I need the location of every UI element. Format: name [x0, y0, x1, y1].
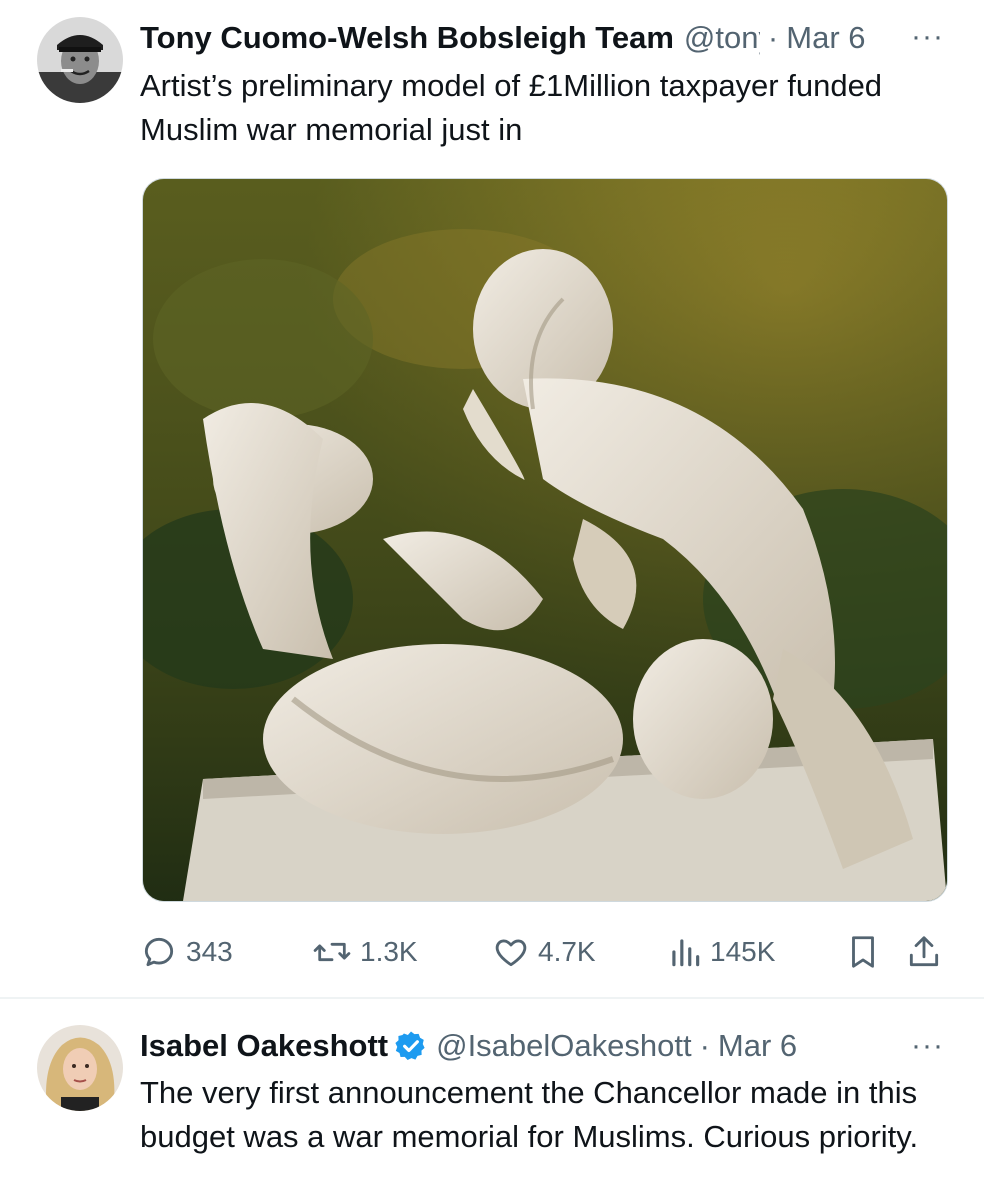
share-icon	[909, 936, 939, 967]
tweet-2[interactable]: Isabel Oakeshott @IsabelOakeshott · Mar …	[0, 999, 984, 1200]
tweet-actions-bar: 343 1.3K 4.7K 145K	[140, 928, 946, 976]
avatar[interactable]	[37, 17, 123, 103]
avatar-image-bw	[37, 17, 123, 103]
retweet-icon	[313, 942, 351, 962]
separator-dot: ·	[699, 1028, 710, 1063]
views-button[interactable]: 145K	[668, 928, 775, 976]
like-icon	[495, 939, 527, 967]
more-icon[interactable]: ···	[911, 17, 944, 57]
more-icon[interactable]: ···	[911, 1026, 944, 1066]
reply-button[interactable]: 343	[140, 928, 233, 976]
statue-photo	[143, 179, 947, 901]
views-count: 145K	[710, 936, 776, 967]
views-icon	[672, 939, 700, 967]
author-handle[interactable]: @IsabelOakeshott	[436, 1028, 692, 1064]
bookmark-button[interactable]	[846, 928, 888, 976]
author-handle[interactable]: @tony	[684, 20, 760, 55]
reply-icon	[144, 937, 174, 967]
like-button[interactable]: 4.7K	[492, 928, 596, 976]
separator-dot: ·	[767, 20, 779, 55]
verified-badge-icon	[395, 1031, 425, 1061]
tweet-media-image[interactable]	[142, 178, 948, 902]
avatar-image	[37, 1025, 123, 1111]
avatar[interactable]	[37, 1025, 123, 1111]
retweet-button[interactable]: 1.3K	[312, 928, 418, 976]
tweet-header: Tony Cuomo-Welsh Bobsleigh Team @tony · …	[140, 18, 910, 58]
tweet-1[interactable]: Tony Cuomo-Welsh Bobsleigh Team @tony · …	[0, 0, 984, 998]
like-count: 4.7K	[538, 936, 596, 967]
author-name[interactable]: Tony Cuomo-Welsh Bobsleigh Team	[140, 20, 674, 55]
tweet-date[interactable]: Mar 6	[718, 1028, 797, 1064]
retweet-count: 1.3K	[360, 936, 418, 967]
bookmark-icon	[852, 936, 874, 968]
share-button[interactable]	[906, 928, 950, 976]
author-name[interactable]: Isabel Oakeshott	[140, 1028, 388, 1064]
tweet-date[interactable]: Mar 6	[786, 20, 865, 56]
tweet-header: Isabel Oakeshott @IsabelOakeshott · Mar …	[140, 1026, 910, 1066]
tweet-text: Artist’s preliminary model of £1Million …	[140, 68, 883, 147]
tweet-text: The very first announcement the Chancell…	[140, 1075, 919, 1154]
reply-count: 343	[186, 936, 233, 967]
